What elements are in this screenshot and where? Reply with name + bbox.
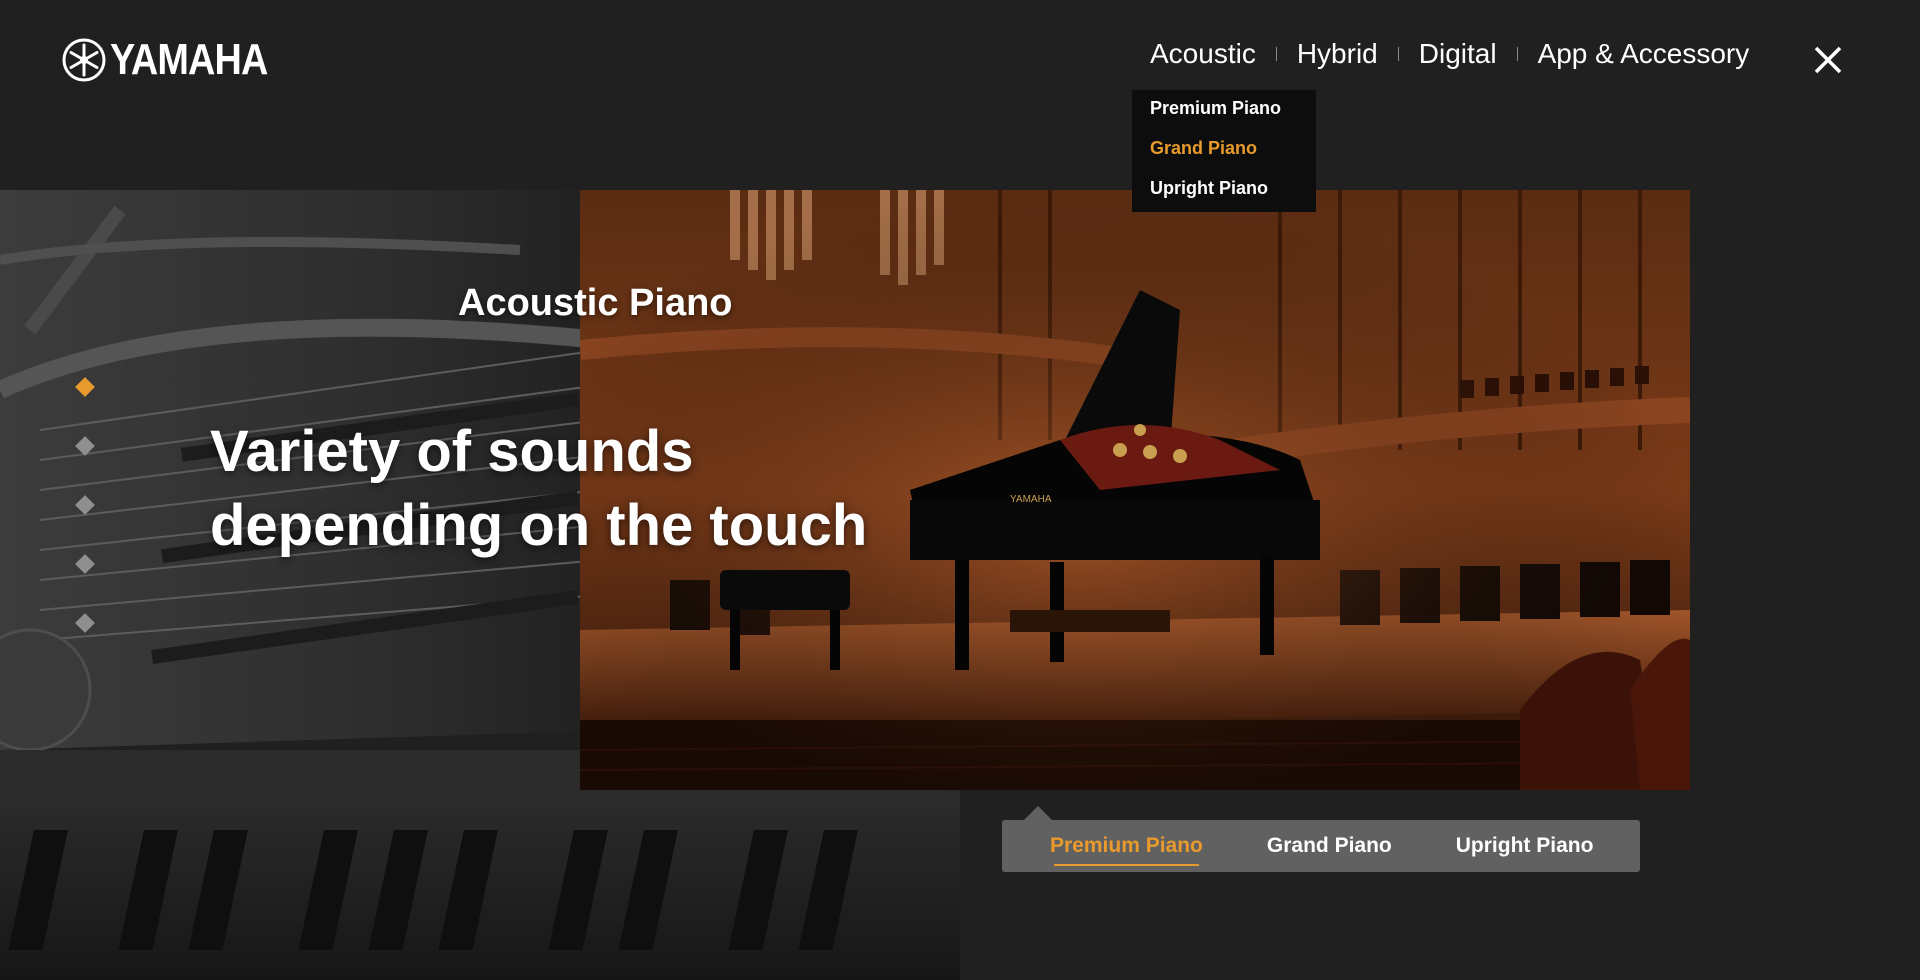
hero-headline-line2: depending on the touch [210,493,868,558]
close-icon[interactable] [1810,42,1846,78]
dropdown-item-premium-piano[interactable]: Premium Piano [1150,98,1281,119]
acoustic-dropdown-menu: Premium Piano Grand Piano Upright Piano [1132,90,1316,212]
slide-dot-4[interactable] [75,554,95,574]
slide-dot-5[interactable] [75,613,95,633]
svg-text:YAMAHA: YAMAHA [1010,494,1052,505]
nav-separator [1516,47,1518,61]
nav-item-app-accessory[interactable]: App & Accessory [1538,32,1750,76]
yamaha-tuning-forks-icon [62,38,106,82]
slide-dot-2[interactable] [75,436,95,456]
nav-separator [1397,47,1399,61]
section-title: Acoustic Piano [458,282,733,324]
slide-dot-1[interactable] [75,377,95,397]
slide-indicator [75,377,95,675]
hero-headline-line1: Variety of sounds [210,419,694,484]
nav-item-acoustic[interactable]: Acoustic [1150,32,1256,76]
brand-name: YAMAHA [110,35,268,84]
nav-separator [1275,47,1277,61]
dropdown-item-upright-piano[interactable]: Upright Piano [1150,178,1268,199]
hero-headline: Variety of sounds depending on the touch [210,415,867,563]
tab-upright-piano[interactable]: Upright Piano [1456,834,1594,858]
yamaha-logo[interactable]: YAMAHA [62,38,293,82]
tab-pointer [1024,806,1052,820]
dropdown-item-grand-piano[interactable]: Grand Piano [1150,138,1257,159]
nav-item-digital[interactable]: Digital [1419,32,1497,76]
tab-premium-piano[interactable]: Premium Piano [1050,834,1203,866]
tab-grand-piano[interactable]: Grand Piano [1267,834,1392,858]
nav-item-hybrid[interactable]: Hybrid [1297,32,1378,76]
piano-type-tabs: Premium Piano Grand Piano Upright Piano [1002,820,1640,872]
main-nav: Acoustic Hybrid Digital App & Accessory [1150,32,1749,76]
slide-dot-3[interactable] [75,495,95,515]
